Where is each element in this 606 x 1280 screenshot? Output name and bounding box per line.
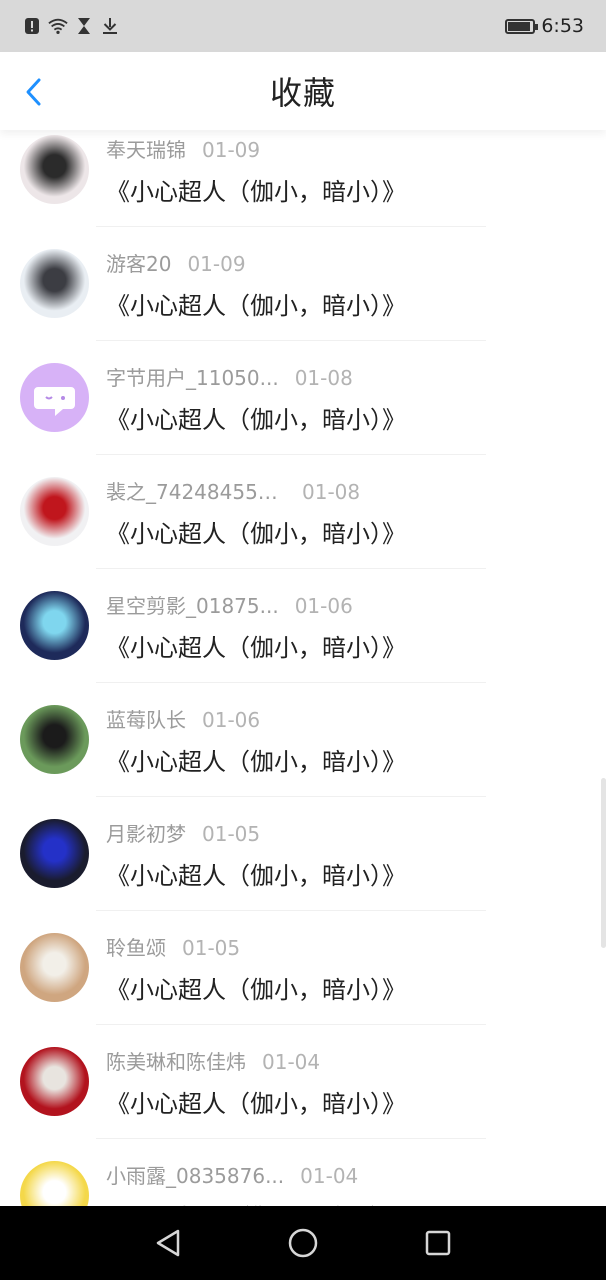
work-title[interactable]: 《小心超人（伽小，暗小）》 <box>106 856 406 891</box>
work-title[interactable]: 《小心超人（伽小，暗小）》 <box>106 1084 406 1119</box>
date: 01-05 <box>202 822 261 846</box>
username[interactable]: 蓝莓队长 <box>106 704 186 733</box>
date: 01-06 <box>294 594 353 618</box>
back-button[interactable] <box>18 76 50 108</box>
nav-recents-button[interactable] <box>414 1219 462 1267</box>
recents-square-icon <box>426 1230 451 1256</box>
work-title[interactable]: 《小心超人（伽小，暗小）》 <box>106 628 406 663</box>
item-meta: 奉天瑞锦 01-09 <box>106 134 260 163</box>
username[interactable]: 陈美琳和陈佳炜 <box>106 1046 246 1075</box>
divider <box>96 454 486 455</box>
work-title[interactable]: 《小心超人（伽小，暗小）》 <box>106 400 406 435</box>
list-item[interactable]: 蓝莓队长 01-06 《小心超人（伽小，暗小）》 <box>0 700 606 814</box>
battery-icon <box>505 18 539 34</box>
date: 01-08 <box>302 480 361 504</box>
item-meta: 字节用户_11050... 01-08 <box>106 362 353 391</box>
header: 收藏 <box>0 52 606 130</box>
status-icons <box>22 16 120 36</box>
scrollbar[interactable] <box>601 778 606 948</box>
wifi-icon <box>48 16 68 36</box>
list-item[interactable]: 裴之_742484552... 01-08 《小心超人（伽小，暗小）》 <box>0 472 606 586</box>
work-title[interactable]: 《小心超人（伽小，暗小）》 <box>106 742 406 777</box>
divider <box>96 568 486 569</box>
list-item[interactable]: 字节用户_11050... 01-08 《小心超人（伽小，暗小）》 <box>0 358 606 472</box>
item-meta: 小雨露_0835876... 01-04 <box>106 1160 358 1189</box>
item-meta: 星空剪影_01875... 01-06 <box>106 590 353 619</box>
list-item[interactable]: 星空剪影_01875... 01-06 《小心超人（伽小，暗小）》 <box>0 586 606 700</box>
work-title[interactable]: 《小心超人（伽小，暗小）》 <box>106 970 406 1005</box>
page-title: 收藏 <box>269 74 336 112</box>
username[interactable]: 裴之_742484552... <box>106 476 286 505</box>
date: 01-04 <box>262 1050 321 1074</box>
list-item[interactable]: 奉天瑞锦 01-09 《小心超人（伽小，暗小）》 <box>0 130 606 244</box>
home-circle-icon <box>288 1228 318 1258</box>
item-meta: 月影初梦 01-05 <box>106 818 260 847</box>
item-meta: 陈美琳和陈佳炜 01-04 <box>106 1046 320 1075</box>
username[interactable]: 奉天瑞锦 <box>106 134 186 163</box>
item-meta: 蓝莓队长 01-06 <box>106 704 260 733</box>
date: 01-06 <box>202 708 261 732</box>
work-title[interactable]: 《小心超人（伽小，暗小）》 <box>106 286 406 321</box>
divider <box>96 796 486 797</box>
date: 01-09 <box>187 252 246 276</box>
chevron-left-icon <box>26 78 41 106</box>
item-meta: 裴之_742484552... 01-08 <box>106 476 360 505</box>
avatar[interactable] <box>20 591 89 660</box>
work-title[interactable]: 《小心超人（伽小，暗小）》 <box>106 514 406 549</box>
date: 01-05 <box>182 936 241 960</box>
list-item[interactable]: 陈美琳和陈佳炜 01-04 《小心超人（伽小，暗小）》 <box>0 1042 606 1156</box>
username[interactable]: 游客20 <box>106 248 171 277</box>
list-item[interactable]: 游客20 01-09 《小心超人（伽小，暗小）》 <box>0 244 606 358</box>
username[interactable]: 星空剪影_01875... <box>106 590 279 619</box>
back-triangle-icon <box>156 1229 179 1257</box>
avatar[interactable] <box>20 477 89 546</box>
download-icon <box>100 16 120 36</box>
alert-icon <box>22 16 42 36</box>
username[interactable]: 聆鱼颂 <box>106 932 166 961</box>
divider <box>96 226 486 227</box>
date: 01-04 <box>300 1164 359 1188</box>
divider <box>96 1024 486 1025</box>
avatar[interactable] <box>20 705 89 774</box>
chat-bubble-icon <box>34 387 75 416</box>
nav-back-button[interactable] <box>144 1219 192 1267</box>
list-item[interactable]: 月影初梦 01-05 《小心超人（伽小，暗小）》 <box>0 814 606 928</box>
avatar[interactable] <box>20 933 89 1002</box>
avatar[interactable] <box>20 1161 89 1206</box>
avatar[interactable] <box>20 249 89 318</box>
avatar[interactable] <box>20 1047 89 1116</box>
item-meta: 游客20 01-09 <box>106 248 246 277</box>
status-right: 6:53 <box>505 15 584 37</box>
date: 01-08 <box>294 366 353 390</box>
username[interactable]: 月影初梦 <box>106 818 186 847</box>
work-title[interactable]: 《小心超人（伽小，暗小）》 <box>106 172 406 207</box>
hourglass-icon <box>74 16 94 36</box>
divider <box>96 910 486 911</box>
avatar[interactable] <box>20 135 89 204</box>
divider <box>96 340 486 341</box>
item-meta: 聆鱼颂 01-05 <box>106 932 240 961</box>
avatar[interactable] <box>20 363 89 432</box>
status-bar: 6:53 <box>0 0 606 52</box>
navigation-bar <box>0 1206 606 1280</box>
divider <box>96 1138 486 1139</box>
status-time: 6:53 <box>541 15 584 37</box>
username[interactable]: 小雨露_0835876... <box>106 1160 284 1189</box>
username[interactable]: 字节用户_11050... <box>106 362 279 391</box>
list-item[interactable]: 小雨露_0835876... 01-04 《小心超人（伽小，暗小）》 <box>0 1156 606 1206</box>
work-title[interactable]: 《小心超人（伽小，暗小）》 <box>106 1198 406 1206</box>
date: 01-09 <box>202 138 261 162</box>
divider <box>96 682 486 683</box>
nav-home-button[interactable] <box>279 1219 327 1267</box>
favorites-list[interactable]: 奉天瑞锦 01-09 《小心超人（伽小，暗小）》 游客20 01-09 《小心超人（伽小，… <box>0 130 606 1206</box>
list-item[interactable]: 聆鱼颂 01-05 《小心超人（伽小，暗小）》 <box>0 928 606 1042</box>
avatar[interactable] <box>20 819 89 888</box>
